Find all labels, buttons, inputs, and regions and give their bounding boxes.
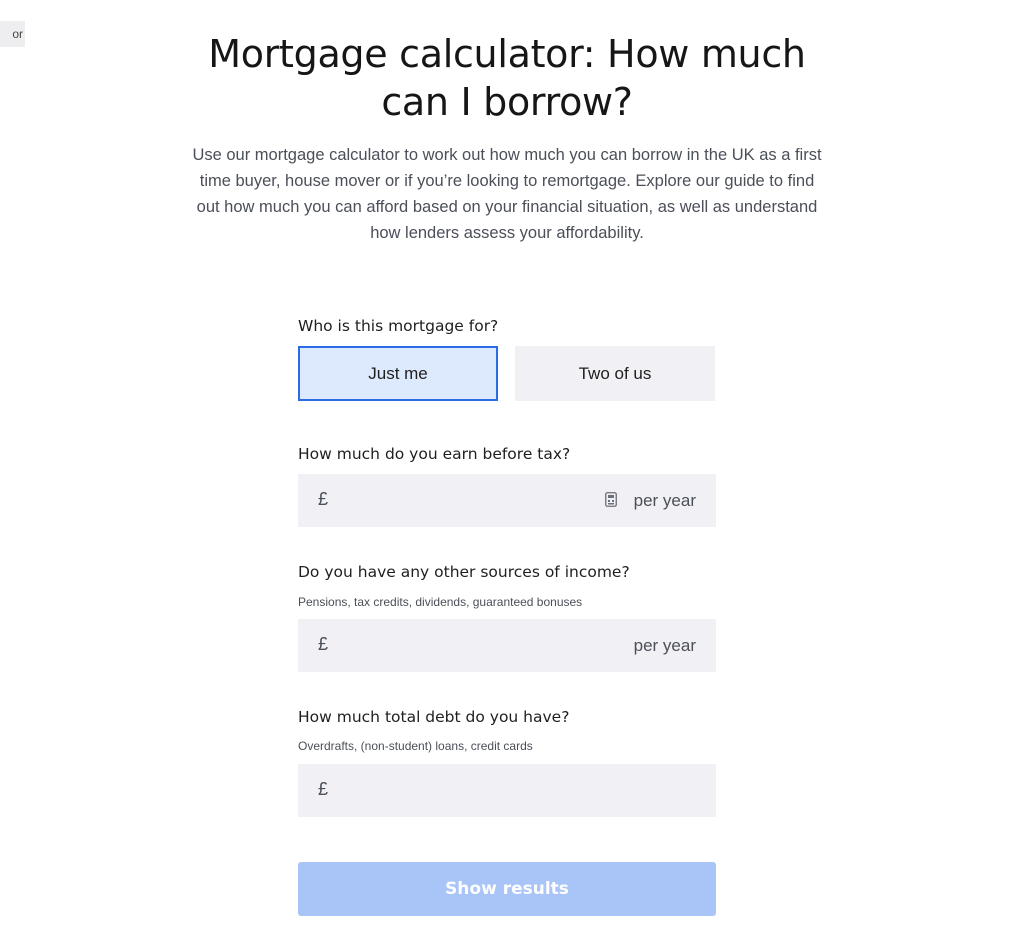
income-label: How much do you earn before tax? bbox=[298, 445, 571, 463]
currency-symbol: £ bbox=[318, 634, 329, 654]
debt-hint: Overdrafts, (non-student) loans, credit … bbox=[298, 739, 533, 753]
debt-field[interactable]: £ bbox=[298, 764, 716, 817]
page-title: Mortgage calculator: How much can I borr… bbox=[208, 32, 806, 124]
other-income-input[interactable] bbox=[338, 627, 592, 666]
income-input[interactable] bbox=[338, 482, 592, 521]
debt-input[interactable] bbox=[338, 772, 592, 811]
show-results-button[interactable]: Show results bbox=[298, 862, 716, 916]
two-of-us-button[interactable]: Two of us bbox=[515, 346, 715, 401]
who-for-label: Who is this mortgage for? bbox=[298, 317, 499, 335]
corner-tag[interactable]: or bbox=[0, 21, 25, 47]
debt-label: How much total debt do you have? bbox=[298, 708, 570, 726]
intro-text: Use our mortgage calculator to work out … bbox=[192, 146, 822, 242]
other-income-label: Do you have any other sources of income? bbox=[298, 563, 630, 581]
currency-symbol: £ bbox=[318, 779, 329, 799]
income-field[interactable]: £ per year bbox=[298, 474, 716, 527]
just-me-button[interactable]: Just me bbox=[298, 346, 498, 401]
per-year-suffix: per year bbox=[633, 491, 696, 510]
other-income-field[interactable]: £ per year bbox=[298, 619, 716, 672]
other-income-hint: Pensions, tax credits, dividends, guaran… bbox=[298, 595, 583, 609]
currency-symbol: £ bbox=[318, 489, 329, 509]
per-year-suffix: per year bbox=[633, 636, 696, 655]
calculator-icon[interactable] bbox=[605, 492, 617, 507]
page: or Mortgage calculator: How much can I b… bbox=[0, 0, 1024, 941]
